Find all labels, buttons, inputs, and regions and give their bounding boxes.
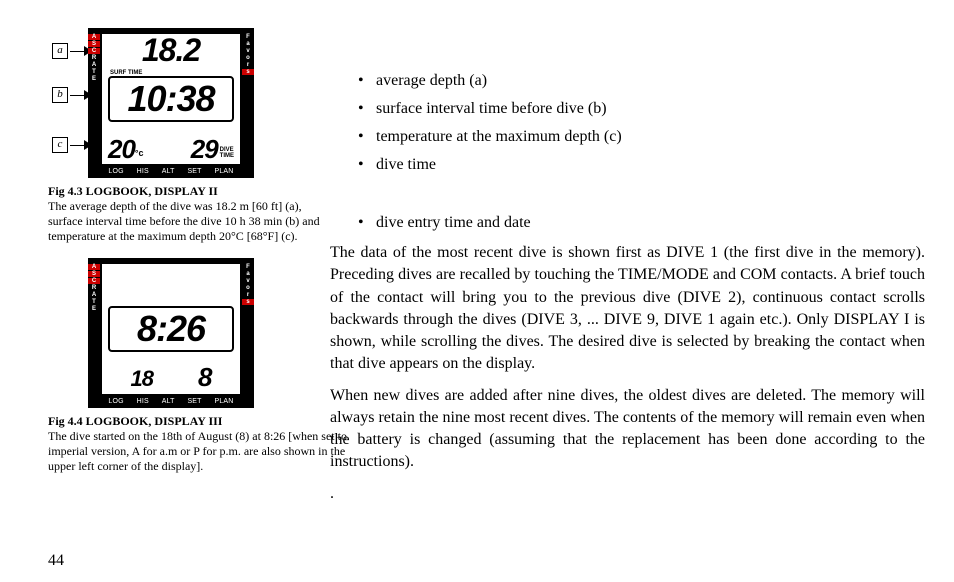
callout-a-label: a bbox=[52, 43, 68, 59]
figure-4-3-caption: Fig 4.3 LOGBOOK, DISPLAY II The average … bbox=[48, 184, 323, 244]
time-box: 8:26 bbox=[108, 306, 234, 352]
figure-4-3-title: Fig 4.3 LOGBOOK, DISPLAY II bbox=[48, 184, 218, 198]
entry-time-value: 8:26 bbox=[110, 308, 232, 350]
side-strip-right: F a v o r s bbox=[242, 258, 254, 408]
asc-icon: A bbox=[88, 264, 100, 270]
favors-icon: F bbox=[246, 264, 250, 270]
figure-4-4-caption-text: The dive started on the 18th of August (… bbox=[48, 429, 347, 473]
figure-4-3-caption-text: The average depth of the dive was 18.2 m… bbox=[48, 199, 320, 243]
side-strip-right: F a v o r s bbox=[242, 28, 254, 178]
paragraph: When new dives are added after nine dive… bbox=[330, 385, 925, 473]
side-strip-left: A S C R A T E bbox=[88, 258, 100, 408]
list-item: average depth (a) bbox=[376, 70, 925, 92]
paragraph: The data of the most recent dive is show… bbox=[330, 242, 925, 374]
list-item: dive time bbox=[376, 154, 925, 176]
mode-tabs: LOG HIS ALT SET PLAN bbox=[102, 166, 240, 176]
surface-interval-box: 10:38 bbox=[108, 76, 234, 122]
mode-tabs: LOG HIS ALT SET PLAN bbox=[102, 396, 240, 406]
feature-list-1: average depth (a) surface interval time … bbox=[330, 70, 925, 176]
callout-a: a bbox=[52, 42, 92, 60]
list-item: dive entry time and date bbox=[376, 212, 925, 234]
avg-depth-value: 18.2 bbox=[102, 34, 240, 66]
list-item: temperature at the maximum depth (c) bbox=[376, 126, 925, 148]
figure-4-4-title: Fig 4.4 LOGBOOK, DISPLAY III bbox=[48, 414, 222, 428]
temp-unit: °c bbox=[135, 149, 144, 158]
callout-c-label: c bbox=[52, 137, 68, 153]
asc-icon: A bbox=[88, 34, 100, 40]
figure-4-4: A S C R A T E F a v o r s 8:26 bbox=[88, 258, 254, 408]
favors-icon: F bbox=[246, 34, 250, 40]
paragraph: . bbox=[330, 483, 925, 505]
callout-b: b bbox=[52, 86, 92, 104]
figure-4-3: a b c A S C R A T E bbox=[88, 28, 254, 178]
feature-list-2: dive entry time and date bbox=[330, 212, 925, 234]
page: a b c A S C R A T E bbox=[0, 0, 954, 582]
list-item: surface interval time before dive (b) bbox=[376, 98, 925, 120]
surface-interval-value: 10:38 bbox=[110, 78, 232, 120]
page-number: 44 bbox=[48, 552, 64, 570]
month-value: 8 bbox=[198, 364, 211, 390]
callout-b-label: b bbox=[52, 87, 68, 103]
body-text: average depth (a) surface interval time … bbox=[330, 70, 925, 515]
side-strip-left: A S C R A T E bbox=[88, 28, 100, 178]
dive-time-value: 29 bbox=[191, 136, 218, 162]
day-value: 18 bbox=[131, 368, 153, 390]
lcd-screen: 18.2 SURF TIME 10:38 20 °c 29 DIVE bbox=[102, 34, 240, 164]
figure-4-4-caption: Fig 4.4 LOGBOOK, DISPLAY III The dive st… bbox=[48, 414, 368, 474]
left-column: a b c A S C R A T E bbox=[48, 28, 323, 474]
temp-value: 20 bbox=[108, 136, 135, 162]
lcd-screen: 8:26 18 8 bbox=[102, 264, 240, 394]
callout-c: c bbox=[52, 136, 92, 154]
